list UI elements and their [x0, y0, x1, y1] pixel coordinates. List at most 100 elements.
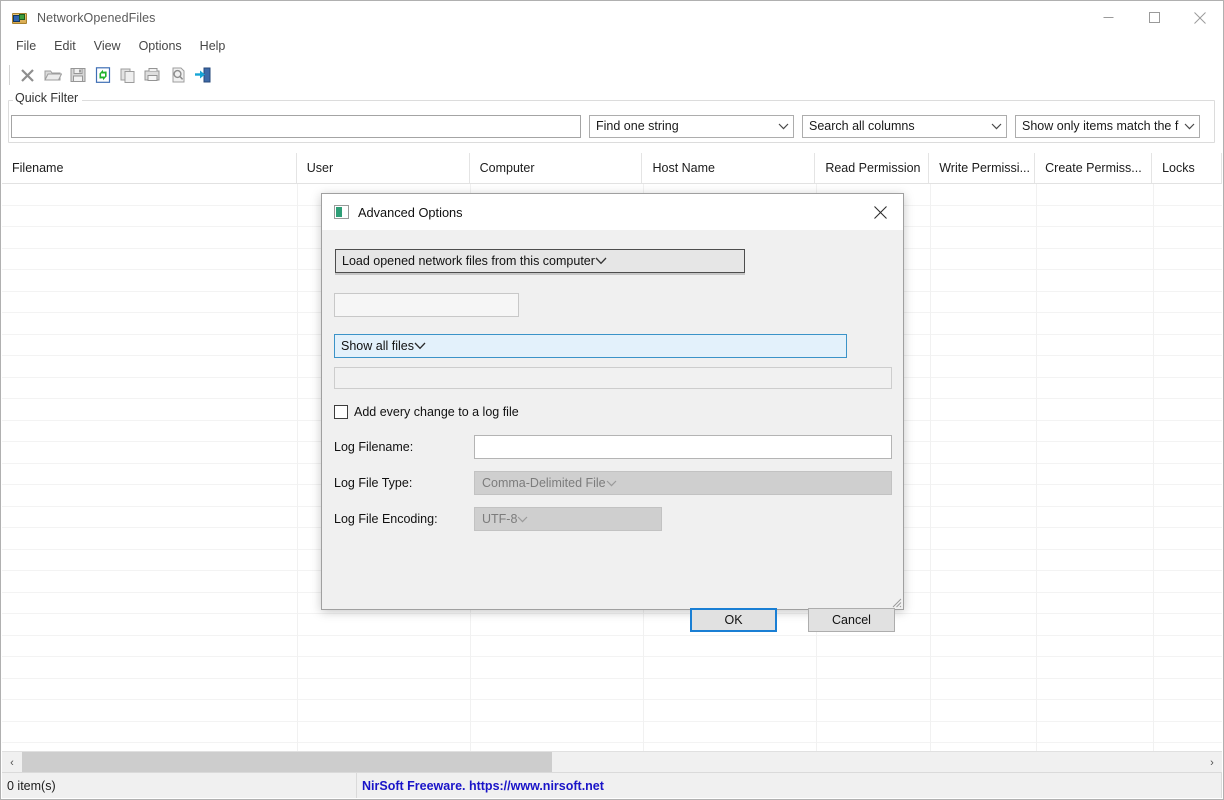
chevron-down-icon: [986, 123, 1006, 130]
table-row[interactable]: [2, 679, 1222, 700]
column-header-label: Locks: [1162, 161, 1195, 175]
menu-help[interactable]: Help: [191, 36, 235, 58]
status-bar: 0 item(s) NirSoft Freeware. https://www.…: [2, 772, 1222, 798]
column-header-label: Host Name: [652, 161, 715, 175]
chevron-down-icon: [773, 123, 793, 130]
filter-mode-value: Find one string: [596, 119, 679, 133]
chevron-down-icon: [414, 339, 438, 353]
application-window: NetworkOpenedFiles File Edit View Option…: [0, 0, 1224, 800]
find-icon[interactable]: [165, 63, 190, 87]
column-header[interactable]: Filename: [2, 153, 297, 183]
window-title: NetworkOpenedFiles: [37, 10, 156, 25]
scrollbar-track[interactable]: [22, 752, 1202, 773]
log-filename-row: Log Filename:: [334, 435, 892, 459]
filter-columns-value: Search all columns: [809, 119, 915, 133]
menu-view[interactable]: View: [85, 36, 130, 58]
chevron-down-icon: [1179, 123, 1199, 130]
refresh-icon[interactable]: [90, 63, 115, 87]
horizontal-scrollbar[interactable]: ‹ ›: [2, 751, 1222, 773]
save-icon[interactable]: [65, 63, 90, 87]
log-file-checkbox-row[interactable]: Add every change to a log file: [334, 405, 519, 419]
column-header[interactable]: User: [297, 153, 470, 183]
exit-icon[interactable]: [190, 63, 215, 87]
log-filetype-row: Log File Type: Comma-Delimited File: [334, 471, 892, 495]
minimize-button[interactable]: [1085, 1, 1131, 34]
column-header-label: Write Permissi...: [939, 161, 1030, 175]
advanced-options-dialog: Advanced Options Load opened network fil…: [321, 193, 904, 632]
scroll-right-icon[interactable]: ›: [1202, 752, 1222, 773]
menu-edit[interactable]: Edit: [45, 36, 85, 58]
filter-display-combo[interactable]: Show only items match the f: [1015, 114, 1200, 138]
dialog-title: Advanced Options: [358, 204, 463, 220]
status-item-count: 0 item(s): [2, 773, 357, 798]
advanced-options-icon: [334, 205, 349, 219]
scrollbar-thumb[interactable]: [22, 752, 552, 773]
filter-columns-combo[interactable]: Search all columns: [802, 114, 1007, 138]
files-filter-input[interactable]: [334, 367, 892, 389]
log-filename-input[interactable]: [474, 435, 892, 459]
close-button[interactable]: [1177, 1, 1223, 34]
open-folder-icon[interactable]: [40, 63, 65, 87]
list-header: Filename User Computer Host Name Read Permis…: [2, 153, 1222, 184]
dialog-close-button[interactable]: [858, 194, 903, 230]
remote-computer-input[interactable]: [334, 293, 519, 317]
log-file-checkbox-label: Add every change to a log file: [354, 405, 519, 419]
table-row[interactable]: [2, 743, 1222, 751]
properties-icon[interactable]: [140, 63, 165, 87]
menu-file[interactable]: File: [7, 36, 45, 58]
toolbar-separator: [9, 65, 10, 85]
chevron-down-icon: [606, 476, 628, 490]
log-encoding-value: UTF-8: [482, 512, 518, 526]
table-row[interactable]: [2, 614, 1222, 636]
toolbar: [1, 59, 1223, 91]
table-row[interactable]: [2, 722, 1222, 743]
column-header[interactable]: Computer: [470, 153, 643, 183]
column-header[interactable]: Create Permiss...: [1035, 153, 1153, 183]
menu-bar: File Edit View Options Help: [1, 34, 1223, 59]
column-header-label: Read Permission: [825, 161, 921, 175]
show-files-value: Show all files: [341, 339, 414, 353]
network-files-icon: [12, 10, 28, 26]
maximize-button[interactable]: [1131, 1, 1177, 34]
menu-options[interactable]: Options: [130, 36, 191, 58]
chevron-down-icon: [595, 254, 619, 268]
filter-display-value: Show only items match the f: [1022, 119, 1179, 133]
combo-underline: [335, 273, 745, 275]
copy-icon[interactable]: [115, 63, 140, 87]
window-controls: [1085, 1, 1223, 34]
column-header-label: Filename: [12, 161, 64, 175]
dialog-body: Load opened network files from this comp…: [322, 230, 903, 632]
log-encoding-label: Log File Encoding:: [334, 512, 438, 526]
log-encoding-row: Log File Encoding: UTF-8: [334, 507, 662, 531]
status-nirsoft-link[interactable]: NirSoft Freeware. https://www.nirsoft.ne…: [357, 773, 1222, 798]
column-header[interactable]: Read Permission: [815, 153, 930, 183]
table-row[interactable]: [2, 657, 1222, 679]
resize-grip[interactable]: [889, 595, 902, 608]
column-header[interactable]: Locks: [1152, 153, 1222, 183]
quick-filter-input[interactable]: [11, 114, 581, 138]
table-row[interactable]: [2, 636, 1222, 657]
title-bar: NetworkOpenedFiles: [1, 1, 1223, 34]
show-files-combo[interactable]: Show all files: [334, 334, 847, 358]
table-row[interactable]: [2, 700, 1222, 722]
stop-icon[interactable]: [15, 63, 40, 87]
log-filetype-label: Log File Type:: [334, 476, 413, 490]
filter-mode-combo[interactable]: Find one string: [589, 114, 794, 138]
chevron-down-icon: [517, 512, 539, 526]
log-encoding-combo[interactable]: UTF-8: [474, 507, 662, 531]
scroll-left-icon[interactable]: ‹: [2, 752, 22, 773]
dialog-title-bar: Advanced Options: [322, 194, 903, 230]
column-header-label: Create Permiss...: [1045, 161, 1142, 175]
quick-filter-group: Quick Filter Find one string Search all …: [8, 91, 1215, 143]
column-header[interactable]: Host Name: [642, 153, 816, 183]
column-header[interactable]: Write Permissi...: [929, 153, 1036, 183]
log-filetype-value: Comma-Delimited File: [482, 476, 606, 490]
quick-filter-label: Quick Filter: [13, 91, 83, 105]
log-filetype-combo[interactable]: Comma-Delimited File: [474, 471, 892, 495]
log-filename-label: Log Filename:: [334, 440, 414, 454]
load-source-combo[interactable]: Load opened network files from this comp…: [335, 249, 745, 273]
log-file-checkbox[interactable]: [334, 405, 348, 419]
cancel-button[interactable]: Cancel: [808, 608, 895, 632]
ok-button[interactable]: OK: [690, 608, 777, 632]
load-source-value: Load opened network files from this comp…: [342, 254, 595, 268]
